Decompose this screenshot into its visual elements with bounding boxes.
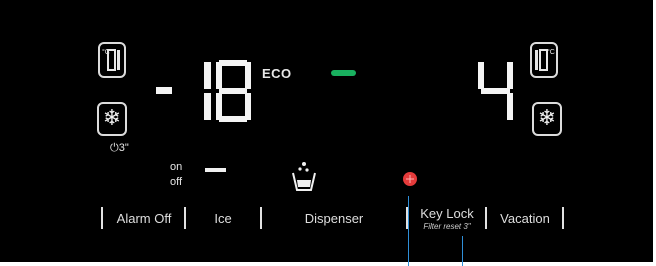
- vacation-button[interactable]: Vacation: [490, 211, 560, 226]
- power-freeze-hint: ⏻3": [110, 142, 129, 154]
- callout-line: [462, 236, 463, 266]
- snowflake-icon[interactable]: ❄: [97, 102, 127, 136]
- alarm-off-button[interactable]: Alarm Off: [108, 211, 180, 226]
- fridge-compartment-icon: °C: [530, 42, 558, 78]
- separator: [485, 207, 487, 229]
- power-freeze-symbol-icon: ⏻: [110, 142, 119, 154]
- lock-indicator-dot: [402, 171, 418, 187]
- svg-text:°C: °C: [102, 48, 110, 56]
- ice-status-dash: [205, 168, 227, 173]
- separator: [260, 207, 262, 229]
- key-lock-label: Key Lock: [420, 206, 474, 221]
- filter-reset-label: Filter reset 3": [423, 222, 471, 231]
- separator: [101, 207, 103, 229]
- ice-button[interactable]: Ice: [190, 211, 256, 226]
- water-cup-icon: [290, 160, 318, 192]
- key-lock-button[interactable]: Key Lock Filter reset 3": [412, 206, 482, 231]
- separator: [184, 207, 186, 229]
- fridge-snowflake-icon[interactable]: ❄: [532, 102, 562, 136]
- eco-label: ECO: [262, 66, 292, 81]
- eco-indicator-bar: [331, 70, 357, 78]
- freezer-temperature-display: [200, 60, 254, 122]
- on-label: on: [170, 161, 183, 173]
- svg-text:°C: °C: [547, 48, 555, 56]
- callout-line: [408, 196, 409, 266]
- off-label: off: [170, 176, 183, 188]
- dispenser-button[interactable]: Dispenser: [266, 211, 402, 226]
- fridge-temperature-display: [476, 60, 516, 122]
- control-panel: °C ❄ ⏻3" ECO °C ❄ on off Alarm Off Ice D…: [0, 0, 653, 262]
- separator: [562, 207, 564, 229]
- freezer-compartment-icon: °C: [98, 42, 126, 78]
- freezer-sign: [156, 87, 172, 95]
